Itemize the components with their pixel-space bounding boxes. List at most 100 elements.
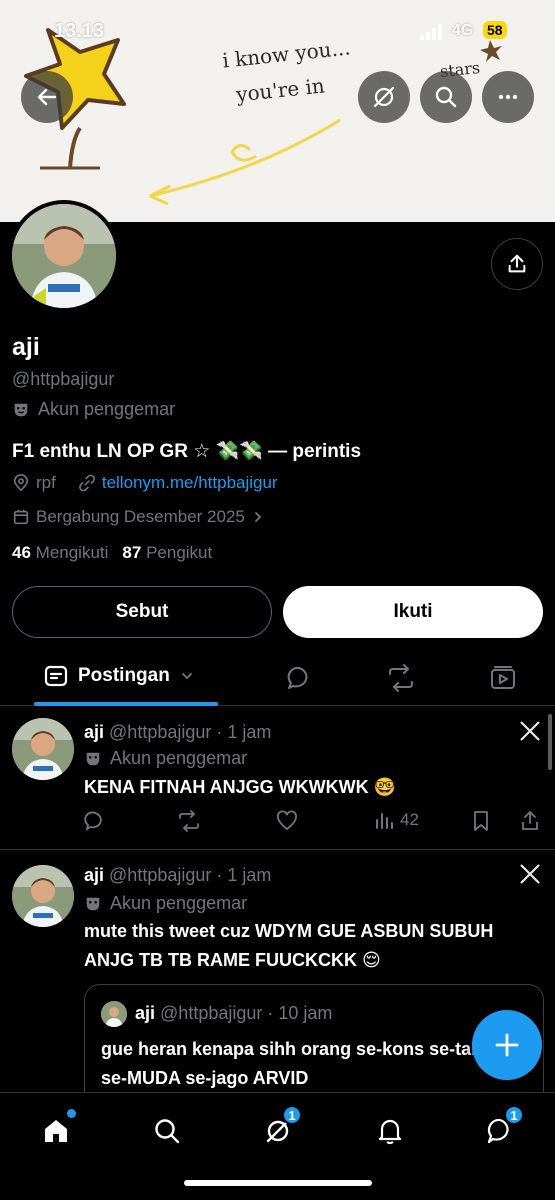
heart-icon [277, 810, 297, 831]
tweet-time: 1 jam [227, 722, 272, 742]
avatar-photo [12, 865, 74, 927]
search-icon [155, 1119, 180, 1144]
tweet-actions: 42 [84, 810, 544, 834]
like-button[interactable] [276, 810, 298, 832]
quote-author-handle: @httpbajigur [160, 1003, 263, 1023]
nav-grok[interactable]: 1 [258, 1105, 302, 1151]
mention-button[interactable]: Sebut [12, 586, 272, 638]
tweet-time: 1 jam [227, 865, 272, 885]
profile-location: rpf [36, 473, 56, 492]
tab-posts-label: Postingan [78, 665, 170, 686]
tweet-author-handle: @httpbajigur [109, 865, 212, 885]
profile-handle: @httpbajigur [12, 369, 115, 389]
battery-indicator: 58 [483, 21, 507, 39]
messages-badge: 1 [504, 1105, 524, 1125]
tweet-author-name[interactable]: aji [84, 722, 104, 742]
tab-reposts[interactable] [386, 664, 416, 692]
home-indicator[interactable] [184, 1180, 372, 1186]
tweet-fan-label: Akun penggemar [84, 748, 247, 769]
fan-account-text: Akun penggemar [38, 399, 176, 419]
bell-icon [378, 1119, 402, 1145]
tweet-text: mute this tweet cuz WDYM GUE ASBUN SUBUH… [84, 921, 494, 970]
calendar-icon [13, 509, 29, 525]
profile-link[interactable]: tellonym.me/httpbajigur [102, 473, 278, 493]
repost-icon [179, 810, 199, 832]
tweet-author-name[interactable]: aji [84, 865, 104, 885]
profile-meta: rpf tellonym.me/httpbajigur [12, 473, 278, 493]
quote-time: 10 jam [278, 1003, 333, 1023]
tab-media[interactable] [489, 664, 517, 692]
share-button[interactable] [520, 810, 540, 832]
reply-button[interactable] [84, 810, 106, 832]
tweet-header: aji @httpbajigur · 1 jam [84, 865, 272, 885]
search-button[interactable] [420, 71, 472, 123]
quote-author-name: aji [135, 1003, 156, 1023]
more-button[interactable] [482, 71, 534, 123]
home-notification-dot [67, 1109, 76, 1118]
x-logo-icon [520, 721, 540, 741]
reply-icon [84, 811, 102, 832]
chevron-down-icon [181, 673, 192, 680]
status-time: 13.13 [54, 20, 105, 42]
followers-link[interactable]: 87 Pengikut [122, 543, 212, 563]
share-profile-button[interactable] [491, 238, 543, 290]
views-count: 42 [400, 810, 419, 829]
repost-button[interactable] [177, 810, 201, 832]
arrow-left-icon [37, 88, 57, 106]
views-button[interactable]: 42 [374, 810, 419, 830]
tweet-text: KENA FITNAH ANJGG WKWKWK 🤓 [84, 777, 397, 797]
theater-mask-icon [86, 752, 100, 765]
views-icon [376, 813, 393, 829]
nav-search[interactable] [147, 1111, 187, 1151]
chevron-right-icon [254, 512, 262, 522]
profile-bio: F1 enthu LN OP GR ☆ 💸💸 — perintis [12, 441, 362, 462]
grok-button[interactable] [358, 71, 410, 123]
location-pin-icon [13, 474, 29, 492]
fan-account-label: Akun penggemar [12, 399, 175, 420]
grok-icon [373, 86, 395, 108]
followers-label: Pengikut [146, 543, 213, 562]
signal-icon [420, 24, 442, 40]
network-type: 4G [452, 22, 474, 39]
back-button[interactable] [21, 71, 73, 123]
nav-home[interactable] [36, 1109, 76, 1151]
tweet-avatar[interactable] [12, 718, 74, 780]
tab-replies[interactable] [285, 664, 313, 692]
tweet-avatar[interactable] [12, 865, 74, 927]
following-count: 46 [12, 543, 31, 562]
tweet-header: aji @httpbajigur · 1 jam [84, 722, 272, 742]
avatar-photo [101, 1001, 127, 1027]
quote-header: aji @httpbajigur · 10 jam [135, 1003, 333, 1023]
profile-name: aji [12, 333, 40, 361]
scrollbar[interactable] [548, 714, 552, 770]
follow-stats: 46 Mengikuti 87 Pengikut [12, 543, 212, 563]
link-icon [78, 474, 95, 492]
tweet-fan-text: Akun penggemar [110, 748, 248, 768]
profile-joined[interactable]: Bergabung Desember 2025 [12, 507, 265, 527]
bookmark-button[interactable] [471, 810, 491, 832]
tab-posts[interactable]: Postingan [44, 664, 194, 688]
share-icon [522, 810, 538, 830]
share-icon [508, 254, 526, 273]
x-logo-icon [520, 864, 540, 884]
following-label: Mengikuti [35, 543, 109, 562]
grok-badge: 1 [282, 1105, 302, 1125]
bookmark-icon [474, 811, 488, 831]
tweet-1[interactable]: aji @httpbajigur · 1 jam Akun penggemar … [0, 706, 555, 850]
theater-mask-icon [86, 897, 100, 910]
tweet-author-handle: @httpbajigur [109, 722, 212, 742]
avatar-photo [12, 718, 74, 780]
home-icon [45, 1120, 67, 1142]
nav-messages[interactable]: 1 [480, 1105, 524, 1151]
posts-icon [44, 665, 68, 687]
nav-notifications[interactable] [370, 1111, 410, 1151]
avatar-photo [12, 204, 116, 308]
profile-avatar[interactable] [8, 200, 120, 312]
follow-button[interactable]: Ikuti [283, 586, 543, 638]
following-link[interactable]: 46 Mengikuti [12, 543, 108, 563]
compose-post-button[interactable] [472, 1010, 542, 1080]
quote-avatar [101, 1001, 127, 1027]
theater-mask-icon [14, 403, 28, 416]
plus-icon [495, 1033, 519, 1057]
search-icon [435, 86, 457, 108]
